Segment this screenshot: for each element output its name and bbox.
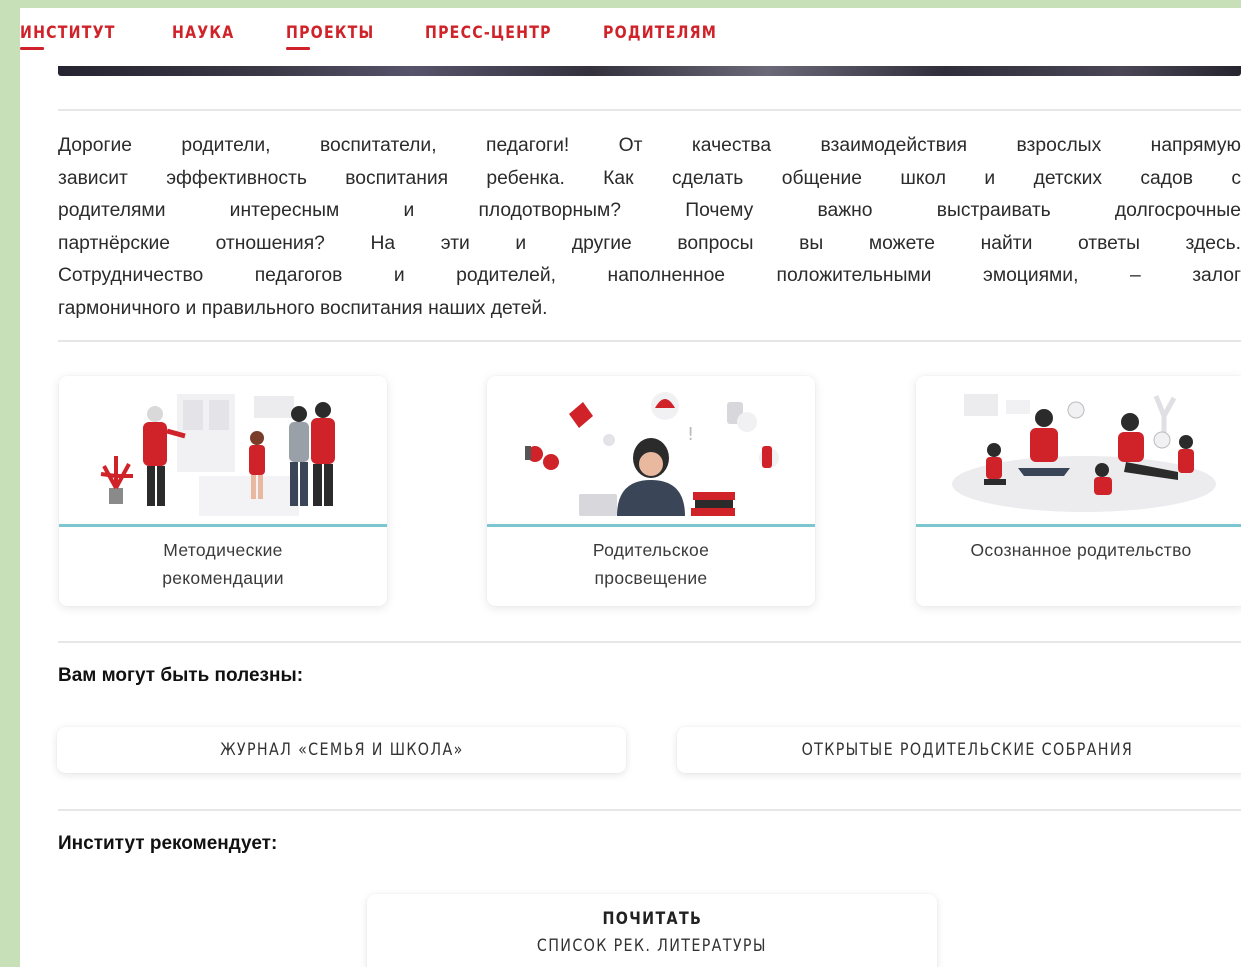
divider (58, 641, 1241, 643)
page: ИНСТИТУТ НАУКА ПРОЕКТЫ ПРЕСС-ЦЕНТР РОДИТ… (20, 8, 1241, 967)
read-literature-button[interactable]: ПОЧИТАТЬ СПИСОК РЕК. ЛИТЕРАТУРЫ (367, 894, 937, 967)
divider (58, 809, 1241, 811)
useful-section-title: Вам могут быть полезны: (58, 665, 304, 686)
journal-button-label: ЖУРНАЛ «СЕМЬЯ И ШКОЛА» (219, 740, 464, 760)
thinking-parent-illustration: ! (525, 392, 779, 516)
family-with-teacher-illustration (100, 394, 335, 516)
svg-text:!: ! (687, 424, 694, 445)
card-label: Родительское просвещение (487, 536, 815, 592)
intro-line: партнёрские отношения? На эти и другие в… (58, 232, 1241, 254)
open-parent-meetings-button-label: ОТКРЫТЫЕ РОДИТЕЛЬСКИЕ СОБРАНИЯ (801, 740, 1133, 760)
family-playing-illustration (952, 394, 1216, 512)
nav-item-projects[interactable]: ПРОЕКТЫ (286, 23, 375, 50)
card-label-line: Методические (163, 540, 283, 560)
card-label-line: Родительское (592, 540, 710, 560)
card-accent-bar (487, 524, 815, 527)
intro-line: зависит эффективность воспитания ребенка… (58, 167, 1241, 189)
hero-image-bottom-edge (58, 66, 1241, 76)
nav-item-label: ИНСТИТУТ (20, 23, 116, 42)
card-conscious-parenting[interactable]: Осознанное родительство (916, 376, 1241, 606)
nav-item-label: РОДИТЕЛЯМ (603, 23, 718, 42)
divider (58, 109, 1241, 111)
card-label: Методические рекомендации (59, 536, 387, 592)
nav-item-science[interactable]: НАУКА (172, 23, 234, 42)
nav-item-parents[interactable]: РОДИТЕЛЯМ (603, 23, 717, 42)
card-label: Осознанное родительство (916, 536, 1241, 564)
intro-line: родителями интересным и плодотворным? По… (58, 200, 1241, 222)
card-accent-bar (916, 524, 1241, 527)
card-accent-bar (59, 524, 387, 527)
read-literature-button-title: ПОЧИТАТЬ (602, 909, 702, 929)
nav-active-underline (20, 47, 45, 50)
top-nav: ИНСТИТУТ НАУКА ПРОЕКТЫ ПРЕСС-ЦЕНТР РОДИТ… (20, 8, 1241, 58)
nav-item-press-center[interactable]: ПРЕСС-ЦЕНТР (425, 23, 552, 42)
card-parental-education[interactable]: ! Родительское просвещение (487, 376, 815, 606)
nav-item-label: ПРОЕКТЫ (286, 23, 375, 42)
intro-line: Дорогие родители, воспитатели, педагоги!… (58, 135, 1241, 156)
journal-button[interactable]: ЖУРНАЛ «СЕМЬЯ И ШКОЛА» (57, 727, 626, 773)
card-methodical-recommendations[interactable]: Методические рекомендации (59, 376, 387, 606)
intro-line: гармоничного и правильного воспитания на… (58, 297, 548, 319)
recommends-section-title: Институт рекомендует: (58, 833, 278, 854)
divider (58, 340, 1241, 342)
open-parent-meetings-button[interactable]: ОТКРЫТЫЕ РОДИТЕЛЬСКИЕ СОБРАНИЯ (677, 727, 1241, 773)
nav-item-label: ПРЕСС-ЦЕНТР (425, 23, 552, 42)
nav-item-institute[interactable]: ИНСТИТУТ (20, 23, 116, 50)
intro-paragraph: Дорогие родители, воспитатели, педагоги!… (58, 130, 1241, 326)
nav-active-underline (286, 47, 311, 50)
read-literature-button-subtitle: СПИСОК РЕК. ЛИТЕРАТУРЫ (537, 936, 767, 956)
intro-line: Сотрудничество педагогов и родителей, на… (58, 265, 1241, 287)
card-label-line: рекомендации (162, 568, 284, 588)
card-label-line: Осознанное родительство (970, 540, 1192, 560)
card-label-line: просвещение (594, 568, 708, 588)
nav-item-label: НАУКА (172, 23, 235, 42)
